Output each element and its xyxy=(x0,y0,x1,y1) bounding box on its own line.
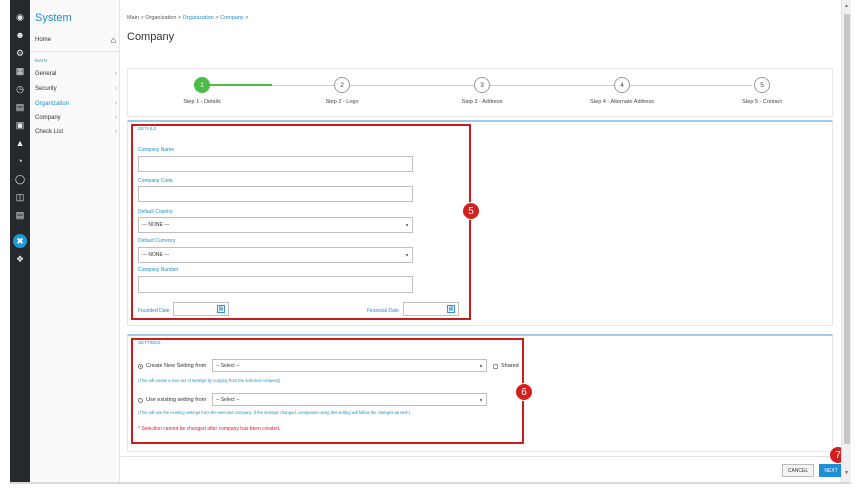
wizard-step-1[interactable]: 1 xyxy=(194,77,210,93)
sidebar-item-label: Check List xyxy=(35,129,64,135)
nav-title: System xyxy=(35,12,72,24)
settings-callout-box xyxy=(131,338,524,444)
sidebar-item-label: Security xyxy=(35,86,57,92)
page-title: Company xyxy=(127,31,175,43)
breadcrumb-separator: > xyxy=(215,15,219,21)
scroll-up-arrow-icon[interactable]: ▲ xyxy=(844,3,849,9)
details-callout-box xyxy=(131,124,471,320)
breadcrumb: Main > Organization > Organization > Com… xyxy=(127,15,248,21)
wizard-step-5[interactable]: 5 xyxy=(754,77,770,93)
breadcrumb-separator: > xyxy=(177,15,182,21)
footer-bar: CANCEL NEXT xyxy=(121,456,843,482)
clipboard-icon[interactable]: ▤ xyxy=(13,100,27,114)
wizard-progress-line xyxy=(210,84,272,86)
clock-icon[interactable]: ◷ xyxy=(13,82,27,96)
nav-divider xyxy=(30,51,119,52)
breadcrumb-separator: > xyxy=(245,15,249,21)
wizard-step-4-label: Step 4 - Alternate Address xyxy=(590,99,654,105)
dashboard-icon[interactable]: ◉ xyxy=(13,10,27,24)
scroll-thumb[interactable] xyxy=(844,14,850,444)
callout-badge-6: 6 xyxy=(515,383,533,401)
wizard-step-5-label: Step 5 - Contact xyxy=(742,99,782,105)
sidebar-item-company[interactable]: Company › xyxy=(35,115,117,121)
sidebar-item-organization[interactable]: Organization › xyxy=(35,101,117,107)
wizard-step-3-label: Step 3 - Address xyxy=(461,99,503,105)
breadcrumb-organization[interactable]: Organization xyxy=(145,15,176,21)
chevron-right-icon: › xyxy=(115,71,117,77)
chevron-right-icon: › xyxy=(115,129,117,135)
wizard-step-2[interactable]: 2 xyxy=(334,77,350,93)
sidebar-item-label: General xyxy=(35,71,57,77)
sidebar-item-check-list[interactable]: Check List › xyxy=(35,129,117,135)
home-icon: ⌂ xyxy=(110,35,116,45)
sidebar-item-general[interactable]: General › xyxy=(35,71,117,77)
breadcrumb-separator: > xyxy=(140,15,144,21)
cancel-button[interactable]: CANCEL xyxy=(782,464,814,477)
chevron-right-icon: › xyxy=(115,86,117,92)
circle-icon[interactable]: ◯ xyxy=(13,172,27,186)
chevron-right-icon: › xyxy=(115,101,117,107)
help-icon[interactable]: ❖ xyxy=(13,252,27,266)
breadcrumb-organization-link[interactable]: Organization xyxy=(183,15,214,21)
vertical-scrollbar[interactable]: ▲ ▼ xyxy=(841,0,851,482)
wizard-step-3[interactable]: 3 xyxy=(474,77,490,93)
sidebar-item-label: Company xyxy=(35,115,61,121)
bottom-edge xyxy=(10,482,851,484)
gear-icon[interactable]: ⚙ xyxy=(13,46,27,60)
truck-icon[interactable]: ▣ xyxy=(13,118,27,132)
sidebar-item-security[interactable]: Security › xyxy=(35,86,117,92)
wizard-step-4[interactable]: 4 xyxy=(614,77,630,93)
sidebar-item-label: Organization xyxy=(35,101,70,107)
breadcrumb-company[interactable]: Company xyxy=(220,15,244,21)
chevron-right-icon: › xyxy=(115,115,117,121)
wizard-step-1-label: Step 1 - Details xyxy=(183,99,221,105)
breadcrumb-main[interactable]: Main xyxy=(127,15,139,21)
wizard-step-2-label: Step 2 - Logo xyxy=(325,99,359,105)
calendar-icon[interactable]: ▦ xyxy=(13,64,27,78)
next-button[interactable]: NEXT xyxy=(819,464,843,477)
file-icon[interactable]: ◫ xyxy=(13,190,27,204)
callout-badge-5: 5 xyxy=(462,202,480,220)
nav-home-label: Home xyxy=(35,37,52,43)
icon-rail: ◉ ☻ ⚙ ▦ ◷ ▤ ▣ ▲ ◔ ◯ ◫ ▤ ✖ ❖ xyxy=(10,0,30,482)
scroll-down-arrow-icon[interactable]: ▼ xyxy=(844,470,849,476)
nav-home[interactable]: Home ⌂ xyxy=(35,35,119,45)
users-icon[interactable]: ☻ xyxy=(13,28,27,42)
server-icon[interactable]: ▤ xyxy=(13,208,27,222)
tools-icon[interactable]: ✖ xyxy=(13,234,27,248)
pie-icon[interactable]: ◔ xyxy=(13,154,27,168)
wizard-steps: 1 Step 1 - Details 2 Step 2 - Logo 3 Ste… xyxy=(127,68,833,117)
nav-section-main: MAIN xyxy=(35,58,48,63)
bell-icon[interactable]: ▲ xyxy=(13,136,27,150)
secondary-nav: System Home ⌂ MAIN General › Security › … xyxy=(30,0,120,482)
